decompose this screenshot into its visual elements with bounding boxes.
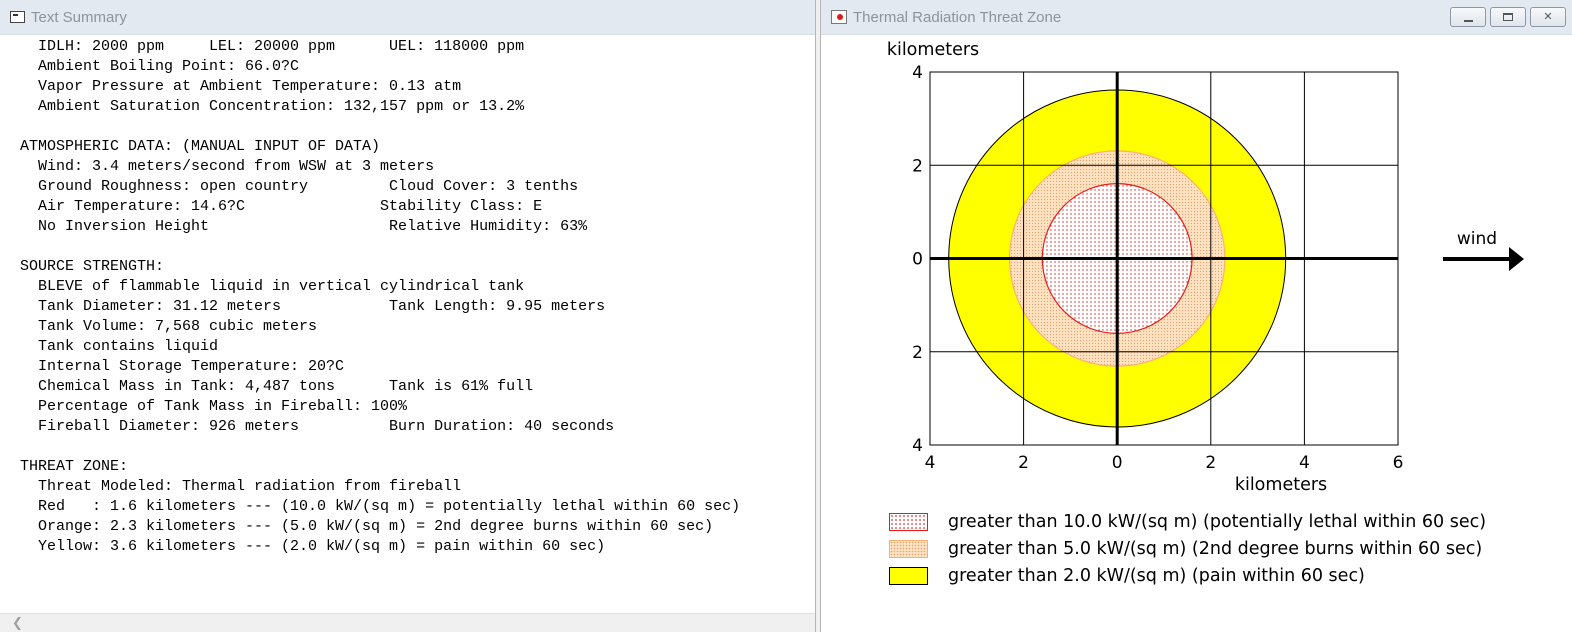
summary-line: Vapor Pressure at Ambient Temperature: 0… [20,78,462,95]
summary-line: Internal Storage Temperature: 20?C [20,358,345,375]
threat-zone-plot: 4 2 0 2 4 642024kilometerskilometerswind [887,40,1524,495]
summary-line: Ground Roughness: open country Cloud Cov… [20,178,579,195]
summary-line: Tank Diameter: 31.12 meters Tank Length:… [20,298,606,315]
text-summary-window: Text Summary IDLH: 2000 ppm LEL: 20000 p… [0,0,816,632]
window-title: Text Summary [31,8,127,26]
y-tick-label: 0 [912,250,923,270]
x-tick-label: 6 [1393,453,1404,473]
summary-line: Orange: 2.3 kilometers --- (5.0 kW/(sq m… [20,518,714,535]
summary-line [20,437,815,457]
y-tick-label: 4 [912,436,923,456]
chart-legend: greater than 10.0 kW/(sq m) (potentially… [889,508,1486,589]
summary-line [20,237,815,257]
summary-line: THREAT ZONE: [20,458,129,475]
window-app-icon [10,11,25,23]
summary-line: Percentage of Tank Mass in Fireball: 100… [20,398,408,415]
x-tick-label: 4 [1299,453,1310,473]
y-tick-label: 2 [912,156,923,176]
legend-label: greater than 5.0 kW/(sq m) (2nd degree b… [948,538,1483,559]
legend-label: greater than 2.0 kW/(sq m) (pain within … [948,565,1365,586]
x-axis-label: kilometers [1235,475,1327,495]
summary-line: SOURCE STRENGTH: [20,258,165,275]
legend-item: greater than 5.0 kW/(sq m) (2nd degree b… [889,535,1486,562]
legend-swatch-orange [889,539,928,558]
x-tick-label: 2 [1205,453,1216,473]
summary-line: Tank contains liquid [20,338,219,355]
wind-arrow-icon [1509,247,1524,271]
summary-line: Threat Modeled: Thermal radiation from f… [20,478,462,495]
legend-item: greater than 10.0 kW/(sq m) (potentially… [889,508,1486,535]
y-tick-label: 2 [912,343,923,363]
scroll-left-icon[interactable]: ❮ [12,616,23,631]
summary-line: Fireball Diameter: 926 meters Burn Durat… [20,418,615,435]
legend-swatch-red [889,512,928,531]
summary-line: Ambient Saturation Concentration: 132,15… [20,98,525,115]
summary-line: Red : 1.6 kilometers --- (10.0 kW/(sq m)… [20,498,741,515]
summary-line: ATMOSPHERIC DATA: (MANUAL INPUT OF DATA) [20,138,381,155]
summary-line: Air Temperature: 14.6?C Stability Class:… [20,198,543,215]
summary-line: BLEVE of flammable liquid in vertical cy… [20,278,525,295]
y-axis-label: kilometers [887,40,979,60]
threat-zone-window: Thermal Radiation Threat Zone ✕ 42024642… [820,0,1572,632]
summary-line: Yellow: 3.6 kilometers --- (2.0 kW/(sq m… [20,538,606,555]
summary-line: No Inversion Height Relative Humidity: 6… [20,218,588,235]
y-tick-label: 4 [912,63,923,83]
summary-line: Tank Volume: 7,568 cubic meters [20,318,318,335]
summary-line [20,117,815,137]
text-summary-titlebar[interactable]: Text Summary [0,0,815,35]
horizontal-scrollbar[interactable]: ❮ [0,613,815,632]
summary-line: Chemical Mass in Tank: 4,487 tons Tank i… [20,378,534,395]
summary-line: IDLH: 2000 ppm LEL: 20000 ppm UEL: 11800… [20,38,525,55]
summary-text: IDLH: 2000 ppm LEL: 20000 ppm UEL: 11800… [0,35,815,557]
x-tick-label: 0 [1112,453,1123,473]
summary-line: Wind: 3.4 meters/second from WSW at 3 me… [20,158,435,175]
x-tick-label: 4 [925,453,936,473]
summary-line: Ambient Boiling Point: 66.0?C [20,58,300,75]
x-tick-label: 2 [1018,453,1029,473]
legend-label: greater than 10.0 kW/(sq m) (potentially… [948,511,1487,532]
wind-label: wind [1457,229,1497,249]
legend-swatch-yellow [889,566,928,585]
legend-item: greater than 2.0 kW/(sq m) (pain within … [889,562,1486,589]
